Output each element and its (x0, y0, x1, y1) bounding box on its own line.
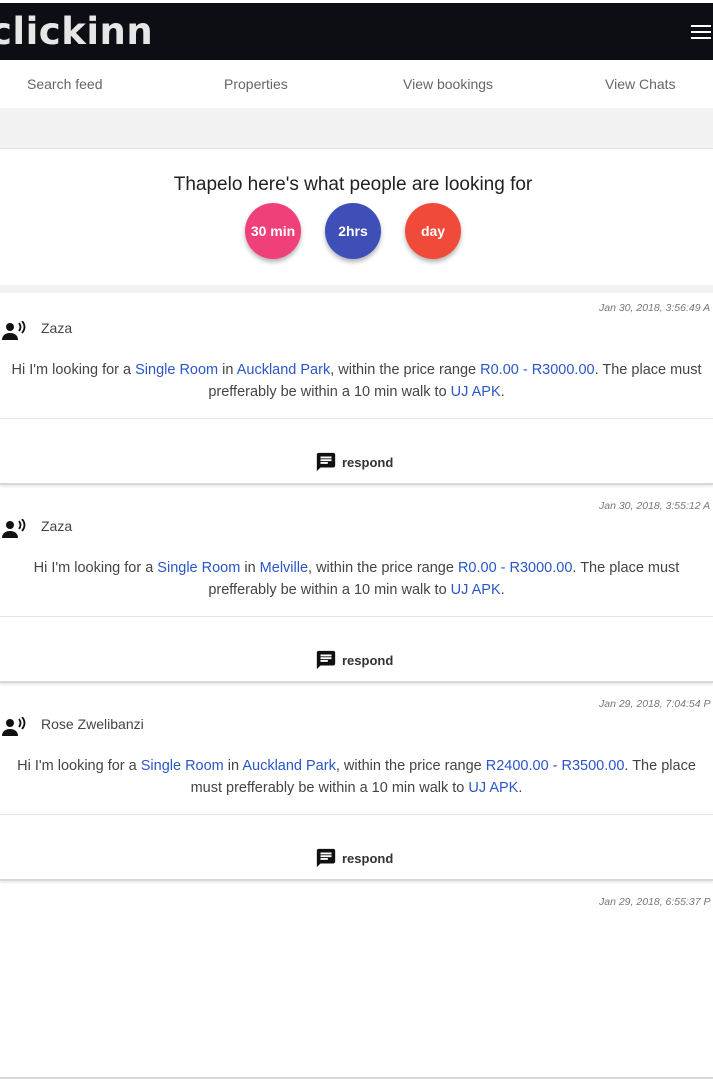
message-in: in (222, 362, 234, 378)
timestamp: Jan 29, 2018, 7:04:54 P (599, 698, 711, 710)
message-in: in (244, 560, 256, 576)
user-name: Rose Zwelibanzi (41, 716, 144, 732)
message-price-text: , within the price range (335, 758, 482, 774)
chat-icon (316, 848, 336, 868)
tab-view-chats[interactable]: View Chats (605, 76, 676, 92)
area-link[interactable]: Melville (260, 560, 308, 576)
message-end: . (500, 384, 505, 400)
campus-link[interactable]: UJ APK (468, 780, 518, 796)
respond-button[interactable]: respond (315, 451, 393, 473)
timestamp: Jan 30, 2018, 3:56:49 A (599, 302, 711, 314)
voice-user-icon (2, 519, 26, 538)
price-range-link[interactable]: R2400.00 - R3500.00 (486, 758, 625, 774)
area-link[interactable]: Auckland Park (242, 758, 336, 774)
spacer-band (0, 108, 713, 149)
room-type-link[interactable]: Single Room (135, 362, 218, 378)
main-tabs: Search feed Properties View bookings Vie… (0, 60, 713, 109)
voice-user-icon (2, 717, 26, 736)
message-intro: Hi I'm looking for a (11, 362, 132, 378)
app-bar: clickinn (0, 3, 713, 60)
message-intro: Hi I'm looking for a (33, 560, 154, 576)
respond-label: respond (342, 652, 394, 668)
timestamp: Jan 30, 2018, 3:55:12 A (599, 500, 711, 512)
tab-view-bookings[interactable]: View bookings (403, 76, 493, 92)
message-end: . (518, 780, 523, 796)
request-card: Jan 29, 2018, 7:04:54 P Rose Zwelibanzi … (0, 689, 713, 881)
respond-button[interactable]: respond (315, 649, 393, 671)
respond-label: respond (342, 454, 394, 470)
hamburger-menu-icon[interactable] (691, 25, 711, 41)
voice-user-icon (2, 321, 26, 340)
message-end: . (500, 582, 505, 598)
chat-icon (316, 650, 336, 670)
tab-properties[interactable]: Properties (224, 76, 288, 92)
price-range-link[interactable]: R0.00 - R3000.00 (458, 560, 572, 576)
card-divider (0, 616, 713, 617)
request-message: Hi I'm looking for a Single Room in Melv… (0, 557, 713, 601)
message-intro: Hi I'm looking for a (17, 758, 137, 774)
campus-link[interactable]: UJ APK (451, 582, 501, 598)
message-in: in (227, 758, 240, 774)
user-name: Zaza (41, 320, 73, 336)
filter-2hrs-button[interactable]: 2hrs (325, 203, 381, 259)
campus-link[interactable]: UJ APK (451, 384, 501, 400)
timestamp: Jan 29, 2018, 6:55:37 P (599, 896, 711, 908)
request-card: Jan 30, 2018, 3:56:49 A Zaza Hi I'm look… (0, 293, 713, 485)
request-card: Jan 29, 2018, 6:55:37 P (0, 887, 713, 1079)
tab-search-feed[interactable]: Search feed (27, 76, 103, 92)
filter-30min-button[interactable]: 30 min (245, 203, 301, 259)
respond-label: respond (342, 850, 394, 866)
price-range-link[interactable]: R0.00 - R3000.00 (480, 362, 594, 378)
room-type-link[interactable]: Single Room (157, 560, 240, 576)
feed-heading: Thapelo here's what people are looking f… (173, 174, 533, 195)
request-card: Jan 30, 2018, 3:55:12 A Zaza Hi I'm look… (0, 491, 713, 683)
card-divider (0, 418, 713, 419)
brand-logo[interactable]: clickinn (0, 10, 153, 53)
user-name: Zaza (41, 518, 73, 534)
area-link[interactable]: Auckland Park (237, 362, 331, 378)
message-price-text: , within the price range (308, 560, 454, 576)
card-divider (0, 814, 713, 815)
respond-button[interactable]: respond (315, 847, 393, 869)
message-price-text: , within the price range (330, 362, 477, 378)
filter-day-button[interactable]: day (405, 203, 461, 259)
separator (0, 285, 713, 293)
chat-icon (316, 452, 336, 472)
request-message: Hi I'm looking for a Single Room in Auck… (0, 755, 713, 799)
room-type-link[interactable]: Single Room (141, 758, 224, 774)
feed-header: Thapelo here's what people are looking f… (0, 149, 713, 285)
request-message: Hi I'm looking for a Single Room in Auck… (0, 359, 713, 403)
